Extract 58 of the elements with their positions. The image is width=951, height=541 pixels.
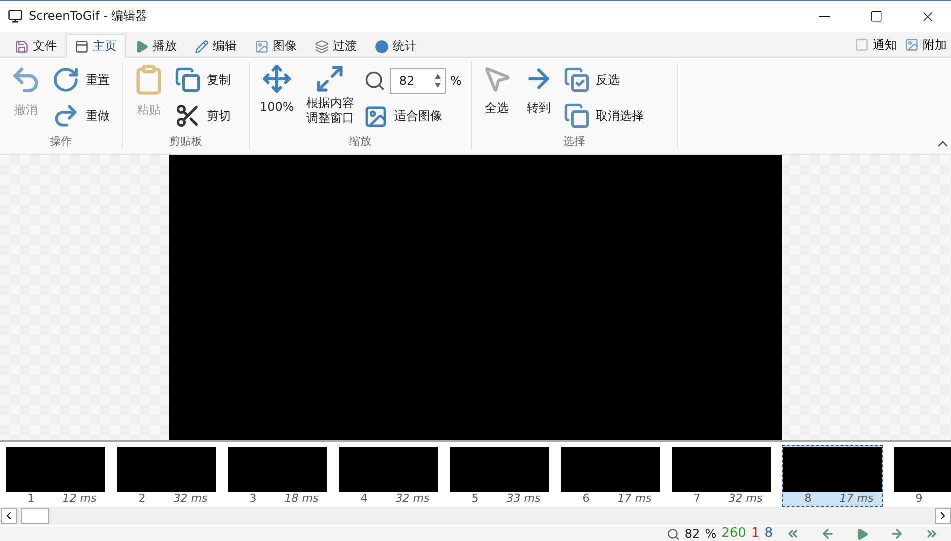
fit-image-button[interactable]: 适合图像 [362, 102, 464, 130]
scroll-right-button[interactable] [935, 508, 951, 524]
reset-button[interactable]: 重置 [50, 64, 112, 96]
img-icon [364, 104, 388, 128]
image-icon [905, 38, 919, 52]
reset-icon [52, 66, 80, 94]
copy-button[interactable]: 复制 [173, 65, 233, 95]
ribbon-tab[interactable]: 图像 [246, 34, 306, 58]
image-icon [255, 40, 269, 54]
minimize-icon [818, 16, 830, 17]
frame-thumbnail[interactable]: 8 17 ms [782, 445, 883, 507]
save-icon [15, 40, 29, 54]
fit-window-button[interactable]: 根据内容调整窗口 [302, 62, 358, 134]
select-all-button[interactable]: 全选 [478, 62, 516, 134]
copy-icon [175, 67, 201, 93]
frame-count: 260 [722, 527, 746, 541]
actual-size-button[interactable]: 100% [256, 62, 298, 134]
ribbon-tab[interactable]: 播放 [126, 34, 186, 58]
layers-icon [315, 40, 329, 54]
ribbon-tab[interactable]: 附加 [901, 33, 951, 57]
search-icon [364, 70, 386, 92]
selected-count: 1 [751, 527, 760, 541]
ribbon-tab[interactable]: 统计 [366, 34, 426, 58]
toggle-icon [855, 38, 869, 52]
ribbon-tab[interactable]: 过渡 [306, 34, 366, 58]
group-label: 操作 [49, 134, 73, 150]
scrollbar-thumb[interactable] [21, 508, 49, 524]
zoom-field[interactable]: 82 [390, 68, 446, 94]
double-arrow-icon [786, 527, 800, 541]
search-icon [666, 528, 680, 540]
current-frame: 8 [764, 527, 773, 541]
pencil-icon [195, 40, 209, 54]
group-label: 剪贴板 [168, 134, 204, 150]
app-icon [8, 9, 23, 24]
play-icon [135, 40, 149, 54]
spinner-arrows-icon[interactable] [434, 72, 442, 88]
ribbon-tab[interactable]: 通知 [851, 33, 901, 57]
cut-button[interactable]: 剪切 [173, 101, 233, 131]
group-label: 选择 [562, 134, 586, 150]
zoom-value: 82 [684, 527, 700, 541]
percent-label: % [705, 527, 717, 541]
redo-button[interactable]: 重做 [50, 100, 112, 132]
arrow-icon [890, 527, 904, 541]
ribbon-tab[interactable]: 编辑 [186, 34, 246, 58]
window-icon [75, 40, 89, 54]
go-to-button[interactable]: 转到 [520, 62, 558, 134]
play-icon [856, 528, 869, 540]
cut-icon [175, 103, 201, 129]
percent-label: % [450, 74, 462, 88]
ribbon-tab[interactable]: 文件 [6, 34, 66, 58]
fit-icon [315, 64, 346, 94]
deselect-button[interactable]: 取消选择 [562, 101, 646, 131]
scroll-left-button[interactable] [1, 508, 17, 524]
maximize-icon [870, 10, 882, 23]
window-title: ScreenToGif - 编辑器 [29, 8, 149, 25]
group-label: 缩放 [348, 134, 372, 150]
invert-selection-button[interactable]: 反选 [562, 65, 646, 95]
ribbon-tab[interactable]: 主页 [66, 34, 126, 58]
